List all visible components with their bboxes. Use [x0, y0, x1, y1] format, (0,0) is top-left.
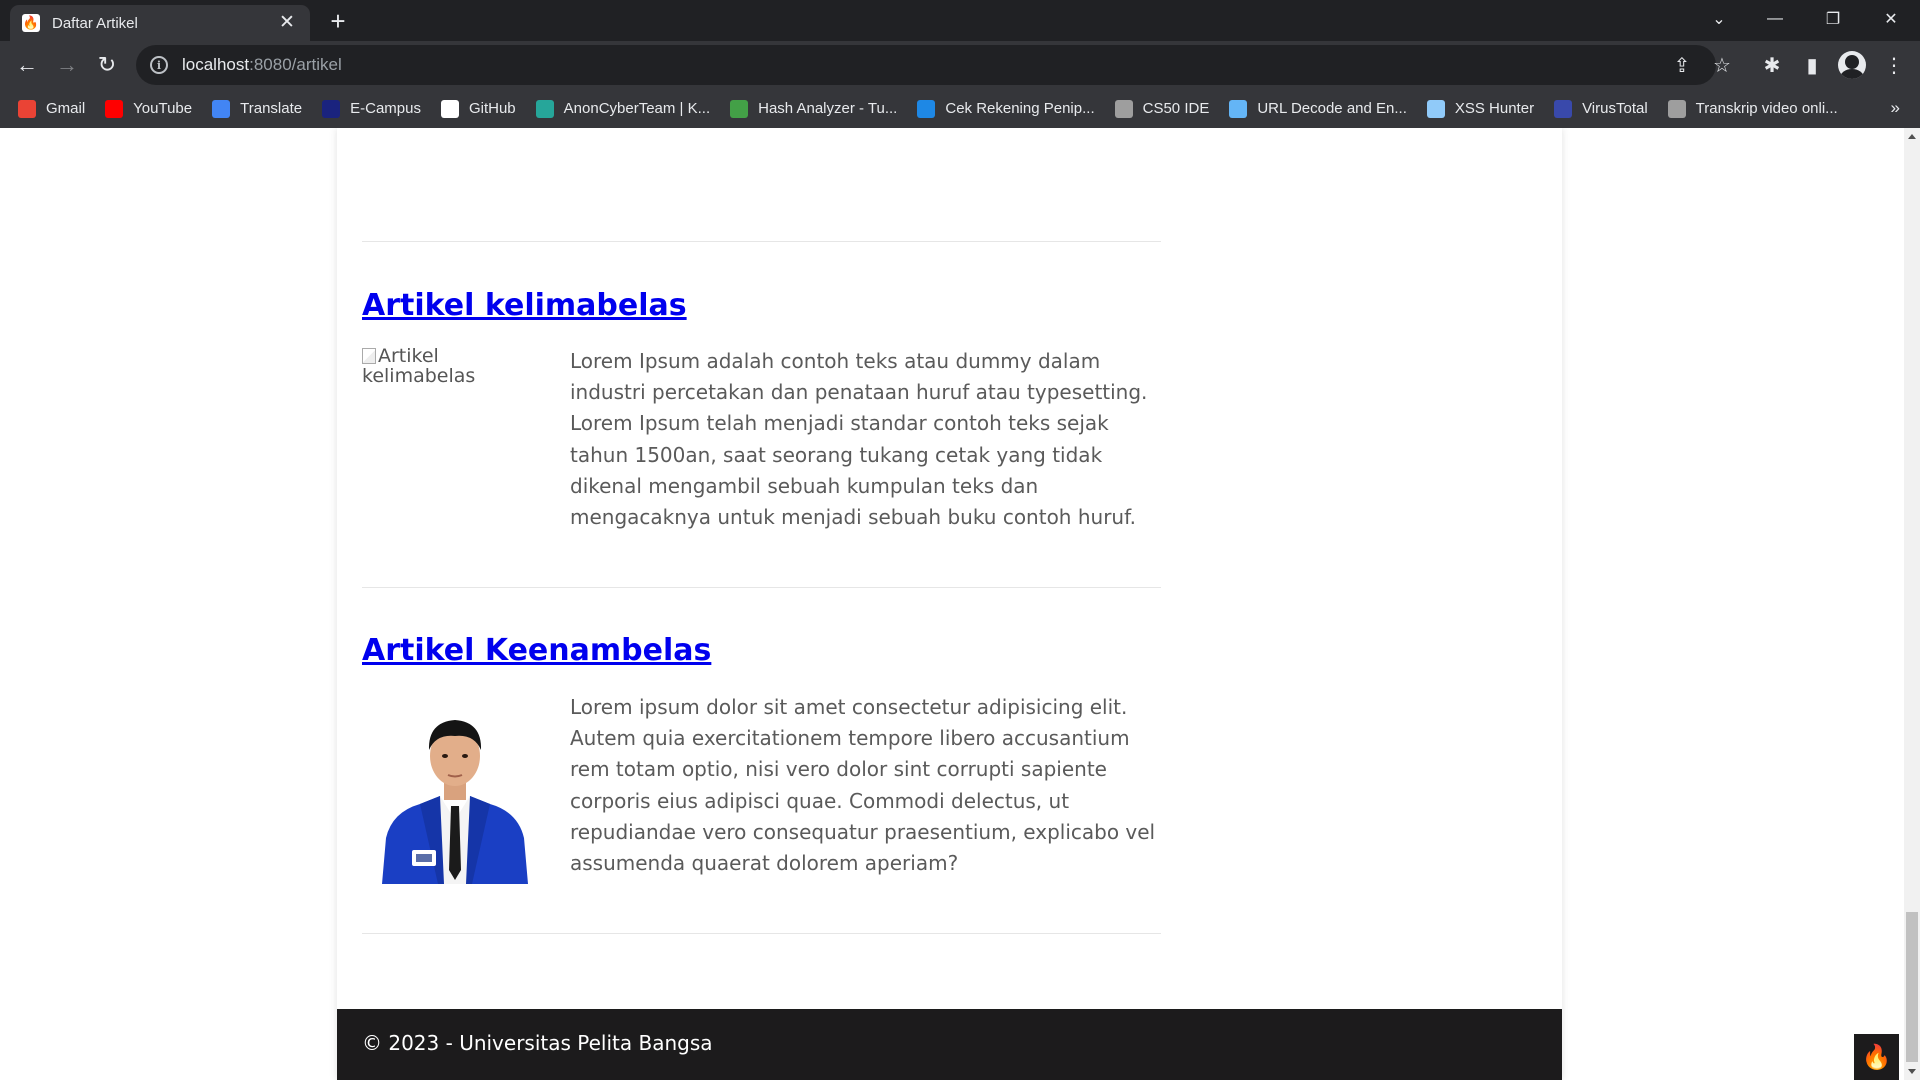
menu-kebab-icon[interactable]: ⋮ — [1882, 53, 1906, 77]
tab-search-chevron-icon[interactable]: ⌄ — [1690, 0, 1748, 38]
anoncyberteam-icon — [535, 99, 554, 118]
bookmark-label: Hash Analyzer - Tu... — [758, 100, 898, 117]
site-info-icon[interactable]: i — [150, 56, 168, 74]
bookmark-star-icon[interactable]: ☆ — [1710, 53, 1734, 78]
bookmark-item[interactable]: Hash Analyzer - Tu... — [730, 99, 898, 118]
article-image-alt: Artikel kelimabelas — [362, 345, 476, 387]
bookmark-label: Gmail — [46, 100, 86, 117]
bookmark-label: VirusTotal — [1582, 100, 1648, 117]
close-window-button[interactable]: ✕ — [1862, 0, 1920, 38]
xss-hunter-icon — [1426, 99, 1445, 118]
reload-icon[interactable]: ↻ — [91, 49, 123, 81]
google-translate-icon — [212, 99, 231, 118]
bookmark-item[interactable]: E-Campus — [322, 99, 421, 118]
browser-toolbar: ← → ↻ i localhost:8080/artikel ⇪ ☆ ✱ ▮ ⋮ — [0, 41, 1920, 89]
bookmark-label: E-Campus — [350, 100, 421, 117]
url-icon — [1229, 99, 1248, 118]
bookmark-item[interactable]: XSS Hunter — [1426, 99, 1535, 118]
bookmark-label: GitHub — [468, 100, 516, 117]
restore-button[interactable]: ❐ — [1804, 0, 1862, 38]
codeigniter-debug-toolbar-button[interactable]: 🔥 — [1854, 1034, 1899, 1080]
globe-icon — [1114, 99, 1133, 118]
scrollbar-thumb[interactable] — [1906, 912, 1918, 1062]
hash-analyzer-icon — [730, 99, 749, 118]
site-footer: © 2023 - Universitas Pelita Bangsa — [337, 1009, 1562, 1080]
bookmark-item[interactable]: Translate — [212, 99, 303, 118]
tab-title: Daftar Artikel — [52, 14, 138, 32]
page-container: Artikel kelimabelas Artikel kelimabelas … — [337, 128, 1562, 1080]
broken-image-icon — [362, 348, 376, 364]
share-icon[interactable]: ⇪ — [1670, 53, 1694, 78]
new-tab-button[interactable]: + — [324, 8, 352, 36]
article-image-portrait — [378, 700, 532, 884]
bookmark-item[interactable]: Cek Rekening Penip... — [917, 99, 1095, 118]
article-divider — [362, 933, 1161, 934]
github-icon — [440, 99, 459, 118]
check-badge-icon — [917, 99, 936, 118]
codeigniter-flame-icon: 🔥 — [1861, 1043, 1892, 1071]
page-viewport: Artikel kelimabelas Artikel kelimabelas … — [0, 128, 1904, 1080]
forward-arrow-icon[interactable]: → — [51, 49, 83, 81]
bookmark-label: XSS Hunter — [1454, 100, 1535, 117]
bookmark-item[interactable]: Transkrip video onli... — [1667, 99, 1838, 118]
article-divider — [362, 587, 1161, 588]
extensions-puzzle-icon[interactable]: ✱ — [1760, 53, 1784, 77]
minimize-button[interactable]: — — [1746, 0, 1804, 38]
bookmark-label: Cek Rekening Penip... — [945, 100, 1095, 117]
article-divider — [362, 241, 1161, 242]
close-tab-icon[interactable]: ✕ — [276, 12, 298, 34]
url-host: localhost — [182, 55, 250, 74]
transcript-icon — [1667, 99, 1686, 118]
bookmark-item[interactable]: VirusTotal — [1554, 99, 1648, 118]
scroll-up-arrow-icon[interactable] — [1908, 134, 1916, 139]
profile-avatar[interactable] — [1838, 51, 1866, 79]
article-image-broken: Artikel kelimabelas — [362, 346, 552, 386]
bookmark-label: AnonCyberTeam | K... — [563, 100, 711, 117]
gmail-icon — [18, 99, 36, 118]
address-bar[interactable]: i localhost:8080/artikel ⇪ ☆ — [136, 45, 1731, 85]
article-body: Lorem Ipsum adalah contoh teks atau dumm… — [570, 349, 1148, 530]
page-scrollbar[interactable] — [1904, 128, 1920, 1080]
codeigniter-flame-icon: 🔥 — [22, 14, 40, 32]
back-arrow-icon[interactable]: ← — [11, 49, 43, 81]
bookmark-label: URL Decode and En... — [1257, 100, 1407, 117]
article-body: Lorem ipsum dolor sit amet consectetur a… — [570, 695, 1156, 876]
bookmark-item[interactable]: YouTube — [105, 99, 193, 118]
article-title-link[interactable]: Artikel Keenambelas — [362, 633, 711, 668]
bookmark-label: YouTube — [133, 100, 193, 117]
side-panel-icon[interactable]: ▮ — [1800, 53, 1824, 77]
bookmark-label: Transkrip video onli... — [1695, 100, 1838, 117]
footer-copyright: © 2023 - Universitas Pelita Bangsa — [362, 1031, 713, 1055]
bookmark-label: CS50 IDE — [1142, 100, 1210, 117]
more-bookmarks-icon[interactable]: » — [1891, 98, 1900, 118]
bookmark-item[interactable]: Gmail — [18, 99, 86, 118]
bookmark-item[interactable]: GitHub — [440, 99, 516, 118]
bookmark-label: Translate — [240, 100, 303, 117]
browser-tab[interactable]: 🔥 Daftar Artikel ✕ — [10, 5, 310, 41]
bookmark-item[interactable]: AnonCyberTeam | K... — [535, 99, 711, 118]
e-campus-icon — [322, 99, 341, 118]
tab-strip: 🔥 Daftar Artikel ✕ + ⌄ — ❐ ✕ — [0, 0, 1920, 41]
article-title-link[interactable]: Artikel kelimabelas — [362, 288, 687, 323]
virustotal-icon — [1554, 99, 1573, 118]
bookmark-item[interactable]: URL Decode and En... — [1229, 99, 1407, 118]
scroll-down-arrow-icon[interactable] — [1908, 1069, 1916, 1074]
bookmarks-bar: Gmail YouTube Translate E-Campus GitHub AnonC… — [0, 89, 1920, 128]
bookmark-item[interactable]: CS50 IDE — [1114, 99, 1210, 118]
url-path: :8080/artikel — [249, 55, 342, 74]
youtube-icon — [105, 99, 124, 118]
